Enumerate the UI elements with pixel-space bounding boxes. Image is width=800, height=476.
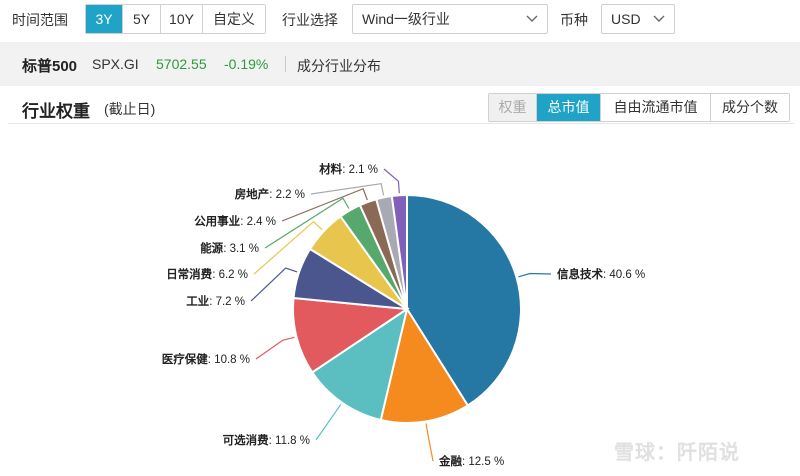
industry-weight-card: 行业权重 (截止日) 权重 总市值 自由流通市值 成分个数 信息技术: 40.6… — [8, 90, 794, 476]
industry-dropdown-value: Wind一级行业 — [362, 11, 450, 27]
data-label-slice-4: 医疗保健: 10.8 % — [162, 352, 250, 366]
leader-line-slice-10 — [383, 168, 400, 194]
data-label-slice-3: 可选消费: 11.8 % — [223, 433, 310, 447]
data-label-slice-9: 房地产: 2.2 % — [235, 187, 305, 201]
data-label-slice-5: 工业: 7.2 % — [186, 294, 245, 308]
time-option-5y[interactable]: 5Y — [123, 5, 161, 33]
index-name: 标普500 — [22, 58, 78, 75]
watermark: 雪球：阡陌说 — [614, 442, 740, 464]
data-label-slice-1: 信息技术: 40.6 % — [557, 267, 645, 281]
data-label-slice-10: 材料: 2.1 % — [319, 162, 378, 176]
index-info-bar: 标普500 SPX.GI 5702.55 -0.19% 成分行业分布 — [0, 42, 800, 86]
time-range-selector: 3Y 5Y 10Y 自定义 — [85, 4, 266, 34]
leader-line-slice-5 — [250, 267, 298, 302]
currency-label: 币种 — [560, 12, 588, 28]
leader-line-slice-9 — [310, 182, 385, 196]
industry-pie-chart: 信息技术: 40.6 % 金融: 12.5 % 可选消费: 11.8 % 医疗保健: … — [162, 162, 645, 468]
time-option-custom[interactable]: 自定义 — [203, 5, 265, 33]
chevron-down-icon — [653, 15, 665, 22]
leader-line-slice-3 — [315, 403, 342, 441]
index-price: 5702.55 — [156, 56, 207, 72]
currency-dropdown-value: USD — [611, 11, 641, 27]
industry-label: 行业选择 — [282, 12, 338, 28]
industry-dropdown[interactable]: Wind一级行业 — [352, 4, 548, 34]
index-subtitle: 成分行业分布 — [297, 58, 381, 74]
index-code: SPX.GI — [92, 56, 139, 72]
data-label-slice-8: 公用事业: 2.4 % — [194, 214, 276, 228]
currency-dropdown[interactable]: USD — [601, 4, 675, 34]
chevron-down-icon — [526, 15, 538, 22]
leader-line-slice-1 — [518, 272, 552, 278]
time-range-label: 时间范围 — [12, 12, 68, 28]
time-option-10y[interactable]: 10Y — [161, 5, 203, 33]
index-change: -0.19% — [224, 56, 269, 72]
data-label-slice-7: 能源: 3.1 % — [200, 241, 259, 255]
divider — [285, 56, 286, 72]
data-label-slice-2: 金融: 12.5 % — [438, 454, 504, 468]
leader-line-slice-4 — [255, 336, 295, 360]
time-option-3y[interactable]: 3Y — [86, 5, 123, 33]
leader-line-slice-2 — [425, 423, 434, 462]
data-label-slice-6: 日常消费: 6.2 % — [166, 267, 248, 281]
filter-bar: 时间范围 3Y 5Y 10Y 自定义 行业选择 Wind一级行业 币种 USD — [0, 0, 800, 40]
